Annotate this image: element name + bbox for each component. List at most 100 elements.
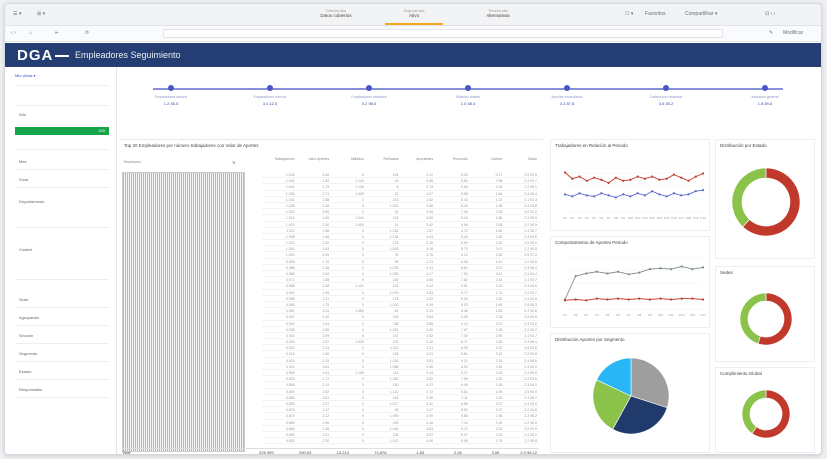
data-point[interactable] xyxy=(616,297,620,300)
data-point[interactable] xyxy=(614,176,617,179)
data-point[interactable] xyxy=(694,175,697,178)
data-point[interactable] xyxy=(629,178,632,181)
data-point[interactable] xyxy=(563,299,567,302)
filter-item[interactable]: Departamento xyxy=(19,199,44,204)
filter-item[interactable]: Estado xyxy=(19,369,31,374)
edit-button[interactable]: Modificar xyxy=(783,30,803,36)
column-header[interactable]: Saldo xyxy=(504,157,539,161)
kpi-point[interactable] xyxy=(564,85,570,91)
filter-item[interactable]: Agrupación xyxy=(19,315,39,320)
data-point[interactable] xyxy=(659,297,662,300)
kpi-point[interactable] xyxy=(762,85,768,91)
data-point[interactable] xyxy=(627,298,630,301)
data-point[interactable] xyxy=(571,177,574,180)
kpi-point[interactable] xyxy=(168,85,174,91)
data-point[interactable] xyxy=(638,271,641,274)
data-point[interactable] xyxy=(687,179,690,182)
menu-icon[interactable]: ☰ ▾ xyxy=(13,11,21,17)
filter-item[interactable]: Mes xyxy=(19,159,27,164)
bookmark-icon[interactable]: ☐ ▾ xyxy=(625,11,633,17)
data-point[interactable] xyxy=(636,192,639,195)
data-point[interactable] xyxy=(600,178,603,181)
address-field[interactable] xyxy=(163,29,723,38)
data-point[interactable] xyxy=(606,298,609,301)
column-header[interactable]: Aportantes xyxy=(401,157,436,161)
data-point[interactable] xyxy=(694,190,697,193)
data-point[interactable] xyxy=(670,298,673,301)
data-point[interactable] xyxy=(585,272,588,275)
data-point[interactable] xyxy=(595,270,598,273)
kpi-point[interactable] xyxy=(366,85,372,91)
data-point[interactable] xyxy=(658,178,661,181)
back-icon[interactable]: ‹ › xyxy=(11,30,16,36)
data-point[interactable] xyxy=(701,298,705,301)
tab-2[interactable]: Segunda aba Ativo xyxy=(385,9,443,25)
column-header[interactable]: Valor Aportes xyxy=(297,157,332,161)
data-point[interactable] xyxy=(595,297,598,300)
data-point[interactable] xyxy=(571,195,574,198)
data-point[interactable] xyxy=(636,175,639,178)
pie-slice[interactable] xyxy=(741,389,767,434)
table-row[interactable]: 0.852 2.20 0 1.013 4.06 6.08 1.79 2.2 95.8 xyxy=(262,438,539,445)
edit-icon[interactable]: ✎ xyxy=(769,30,773,36)
data-point[interactable] xyxy=(600,192,603,195)
window-controls-icon[interactable]: ⊡ ‹ › xyxy=(765,11,775,17)
data-point[interactable] xyxy=(691,268,694,271)
kpi-point[interactable] xyxy=(465,85,471,91)
column-header[interactable]: Retirados xyxy=(366,157,401,161)
filter-item[interactable]: Ciudad xyxy=(19,247,32,252)
data-point[interactable] xyxy=(670,268,673,271)
data-point[interactable] xyxy=(563,171,567,174)
data-point[interactable] xyxy=(592,195,596,198)
kpi-point[interactable] xyxy=(267,85,273,91)
filter-item[interactable]: Año xyxy=(19,112,26,117)
filter-item[interactable]: Zona xyxy=(19,177,28,182)
data-point[interactable] xyxy=(658,193,661,196)
data-point[interactable] xyxy=(607,181,610,184)
data-point[interactable] xyxy=(606,272,609,275)
data-point[interactable] xyxy=(659,267,662,270)
data-point[interactable] xyxy=(616,270,620,273)
column-header[interactable]: Trabajadores xyxy=(262,157,297,161)
data-point[interactable] xyxy=(665,177,668,180)
data-point[interactable] xyxy=(607,194,610,197)
data-point[interactable] xyxy=(701,266,705,269)
data-point[interactable] xyxy=(585,299,588,302)
filter-item[interactable]: Sede xyxy=(19,297,28,302)
favorites-button[interactable]: Favoritos xyxy=(645,11,666,17)
data-point[interactable] xyxy=(627,273,630,276)
data-point[interactable] xyxy=(651,175,654,178)
data-point[interactable] xyxy=(665,195,668,198)
data-point[interactable] xyxy=(574,274,577,278)
data-point[interactable] xyxy=(680,297,683,300)
data-point[interactable] xyxy=(648,268,652,271)
refresh-icon[interactable]: ⟳ xyxy=(85,30,89,36)
data-point[interactable] xyxy=(585,194,588,197)
column-header[interactable]: Afiliados xyxy=(331,157,366,161)
dimension-header[interactable]: Empleador xyxy=(124,160,141,164)
data-point[interactable] xyxy=(672,173,676,176)
data-point[interactable] xyxy=(622,193,625,196)
data-point[interactable] xyxy=(563,193,567,196)
data-point[interactable] xyxy=(643,194,646,197)
column-header[interactable]: Promedio xyxy=(435,157,470,161)
data-point[interactable] xyxy=(643,177,646,180)
data-point[interactable] xyxy=(585,179,588,182)
page-nav-icon[interactable]: ⇤ xyxy=(55,30,59,36)
data-point[interactable] xyxy=(578,175,581,178)
share-button[interactable]: Compartilhar ▾ xyxy=(685,11,718,17)
data-point[interactable] xyxy=(701,189,705,192)
views-selector[interactable]: Mis vistas ▾ xyxy=(15,73,36,78)
column-header[interactable]: Cartera xyxy=(470,157,505,161)
home-icon[interactable]: ⌂ xyxy=(29,30,32,36)
tab-1[interactable]: Primeira aba Datos cubiertos xyxy=(315,9,357,21)
data-point[interactable] xyxy=(629,195,632,198)
data-point[interactable] xyxy=(691,297,694,300)
sort-icon[interactable]: ⇅ xyxy=(232,160,235,165)
data-point[interactable] xyxy=(672,192,676,195)
data-point[interactable] xyxy=(578,192,581,195)
data-point[interactable] xyxy=(680,265,683,268)
data-point[interactable] xyxy=(680,176,683,179)
data-point[interactable] xyxy=(592,176,596,179)
data-point[interactable] xyxy=(614,196,617,199)
